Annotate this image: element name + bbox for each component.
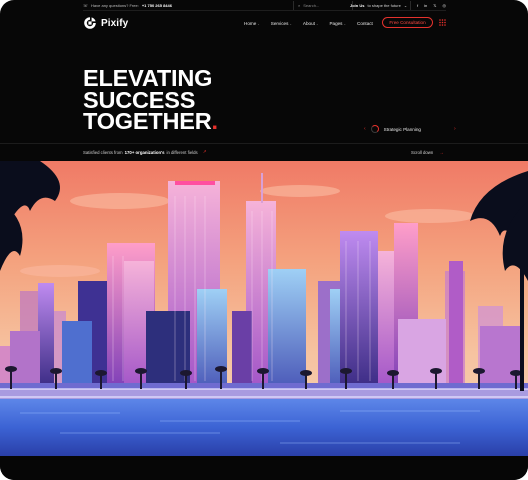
x-twitter-icon[interactable]: 𝕏 [433, 3, 436, 8]
promo-bold: Join Us [350, 3, 365, 8]
subline-suffix: in different fields [166, 149, 198, 155]
chevron-down-icon: ⌄ [403, 3, 408, 8]
prev-arrow-icon[interactable]: ‹ [364, 126, 366, 132]
divider [0, 143, 528, 144]
contact-info: ☏ Have any questions? Free: +1 750 265 8… [83, 3, 172, 8]
join-us-promo[interactable]: Join Us to shape the future ⌄ [350, 1, 407, 10]
nav-item-about[interactable]: About⌄ [303, 21, 319, 26]
hero-slider-control: ‹ Strategic Planning › [364, 124, 456, 134]
social-links: f in 𝕏 ◎ [410, 1, 446, 10]
logo-mark-icon [84, 17, 96, 29]
chevron-down-icon: ⌄ [257, 21, 260, 26]
chevron-down-icon: ⌄ [343, 21, 346, 26]
nav-item-home[interactable]: Home⌄ [244, 21, 260, 26]
promo-text: to shape the future [367, 3, 401, 8]
free-consultation-button[interactable]: Free Consultation [382, 17, 433, 28]
scroll-label: Scroll down [411, 149, 434, 155]
arrow-right-icon: → [439, 149, 444, 155]
utility-bar: ☏ Have any questions? Free: +1 750 265 8… [83, 0, 446, 11]
nav-item-contact[interactable]: Contact [357, 21, 373, 26]
slide-progress-ring [370, 125, 379, 133]
hero-headline: ELEVATING SUCCESS TOGETHER. [83, 67, 219, 134]
next-arrow-icon[interactable]: › [454, 126, 456, 132]
phone-number[interactable]: +1 750 265 8446 [142, 3, 172, 8]
nav-item-services[interactable]: Services⌄ [271, 21, 292, 26]
chevron-down-icon: ⌄ [289, 21, 292, 26]
grid-menu-icon[interactable] [439, 19, 446, 26]
page-frame: ☏ Have any questions? Free: +1 750 265 8… [0, 0, 528, 480]
nav-item-pages[interactable]: Pages⌄ [329, 21, 346, 26]
subline-prefix: Satisfied clients from [83, 149, 123, 155]
question-label: Have any questions? Free: [91, 2, 139, 8]
search-box[interactable]: ⌕ Search... [293, 1, 353, 10]
headline-dot: . [211, 108, 219, 134]
chevron-down-icon: ⌄ [315, 21, 319, 26]
facebook-icon[interactable]: f [417, 3, 418, 8]
footer-band [0, 456, 528, 480]
search-icon: ⌕ [298, 3, 301, 8]
brand-name: Pixify [101, 17, 129, 29]
clients-statement: Satisfied clients from 170+ organization… [83, 148, 206, 156]
slider-label: Strategic Planning [383, 126, 421, 132]
main-nav: Pixify Home⌄ Services⌄ About⌄ Pages⌄ Con… [83, 12, 446, 34]
subline-bold: 170+ organization's [124, 149, 165, 155]
hero-city-illustration [0, 161, 528, 456]
linkedin-icon[interactable]: in [424, 3, 427, 8]
arrow-up-right-icon[interactable]: ↗ [203, 149, 207, 155]
search-input[interactable]: Search... [303, 3, 319, 8]
instagram-icon[interactable]: ◎ [443, 3, 447, 8]
phone-icon: ☏ [83, 2, 89, 8]
headline-line: TOGETHER. [83, 108, 219, 134]
brand-logo[interactable]: Pixify [83, 16, 128, 30]
scroll-down-link[interactable]: Scroll down → [411, 148, 444, 156]
nav-menu: Home⌄ Services⌄ About⌄ Pages⌄ Contact [244, 12, 373, 34]
